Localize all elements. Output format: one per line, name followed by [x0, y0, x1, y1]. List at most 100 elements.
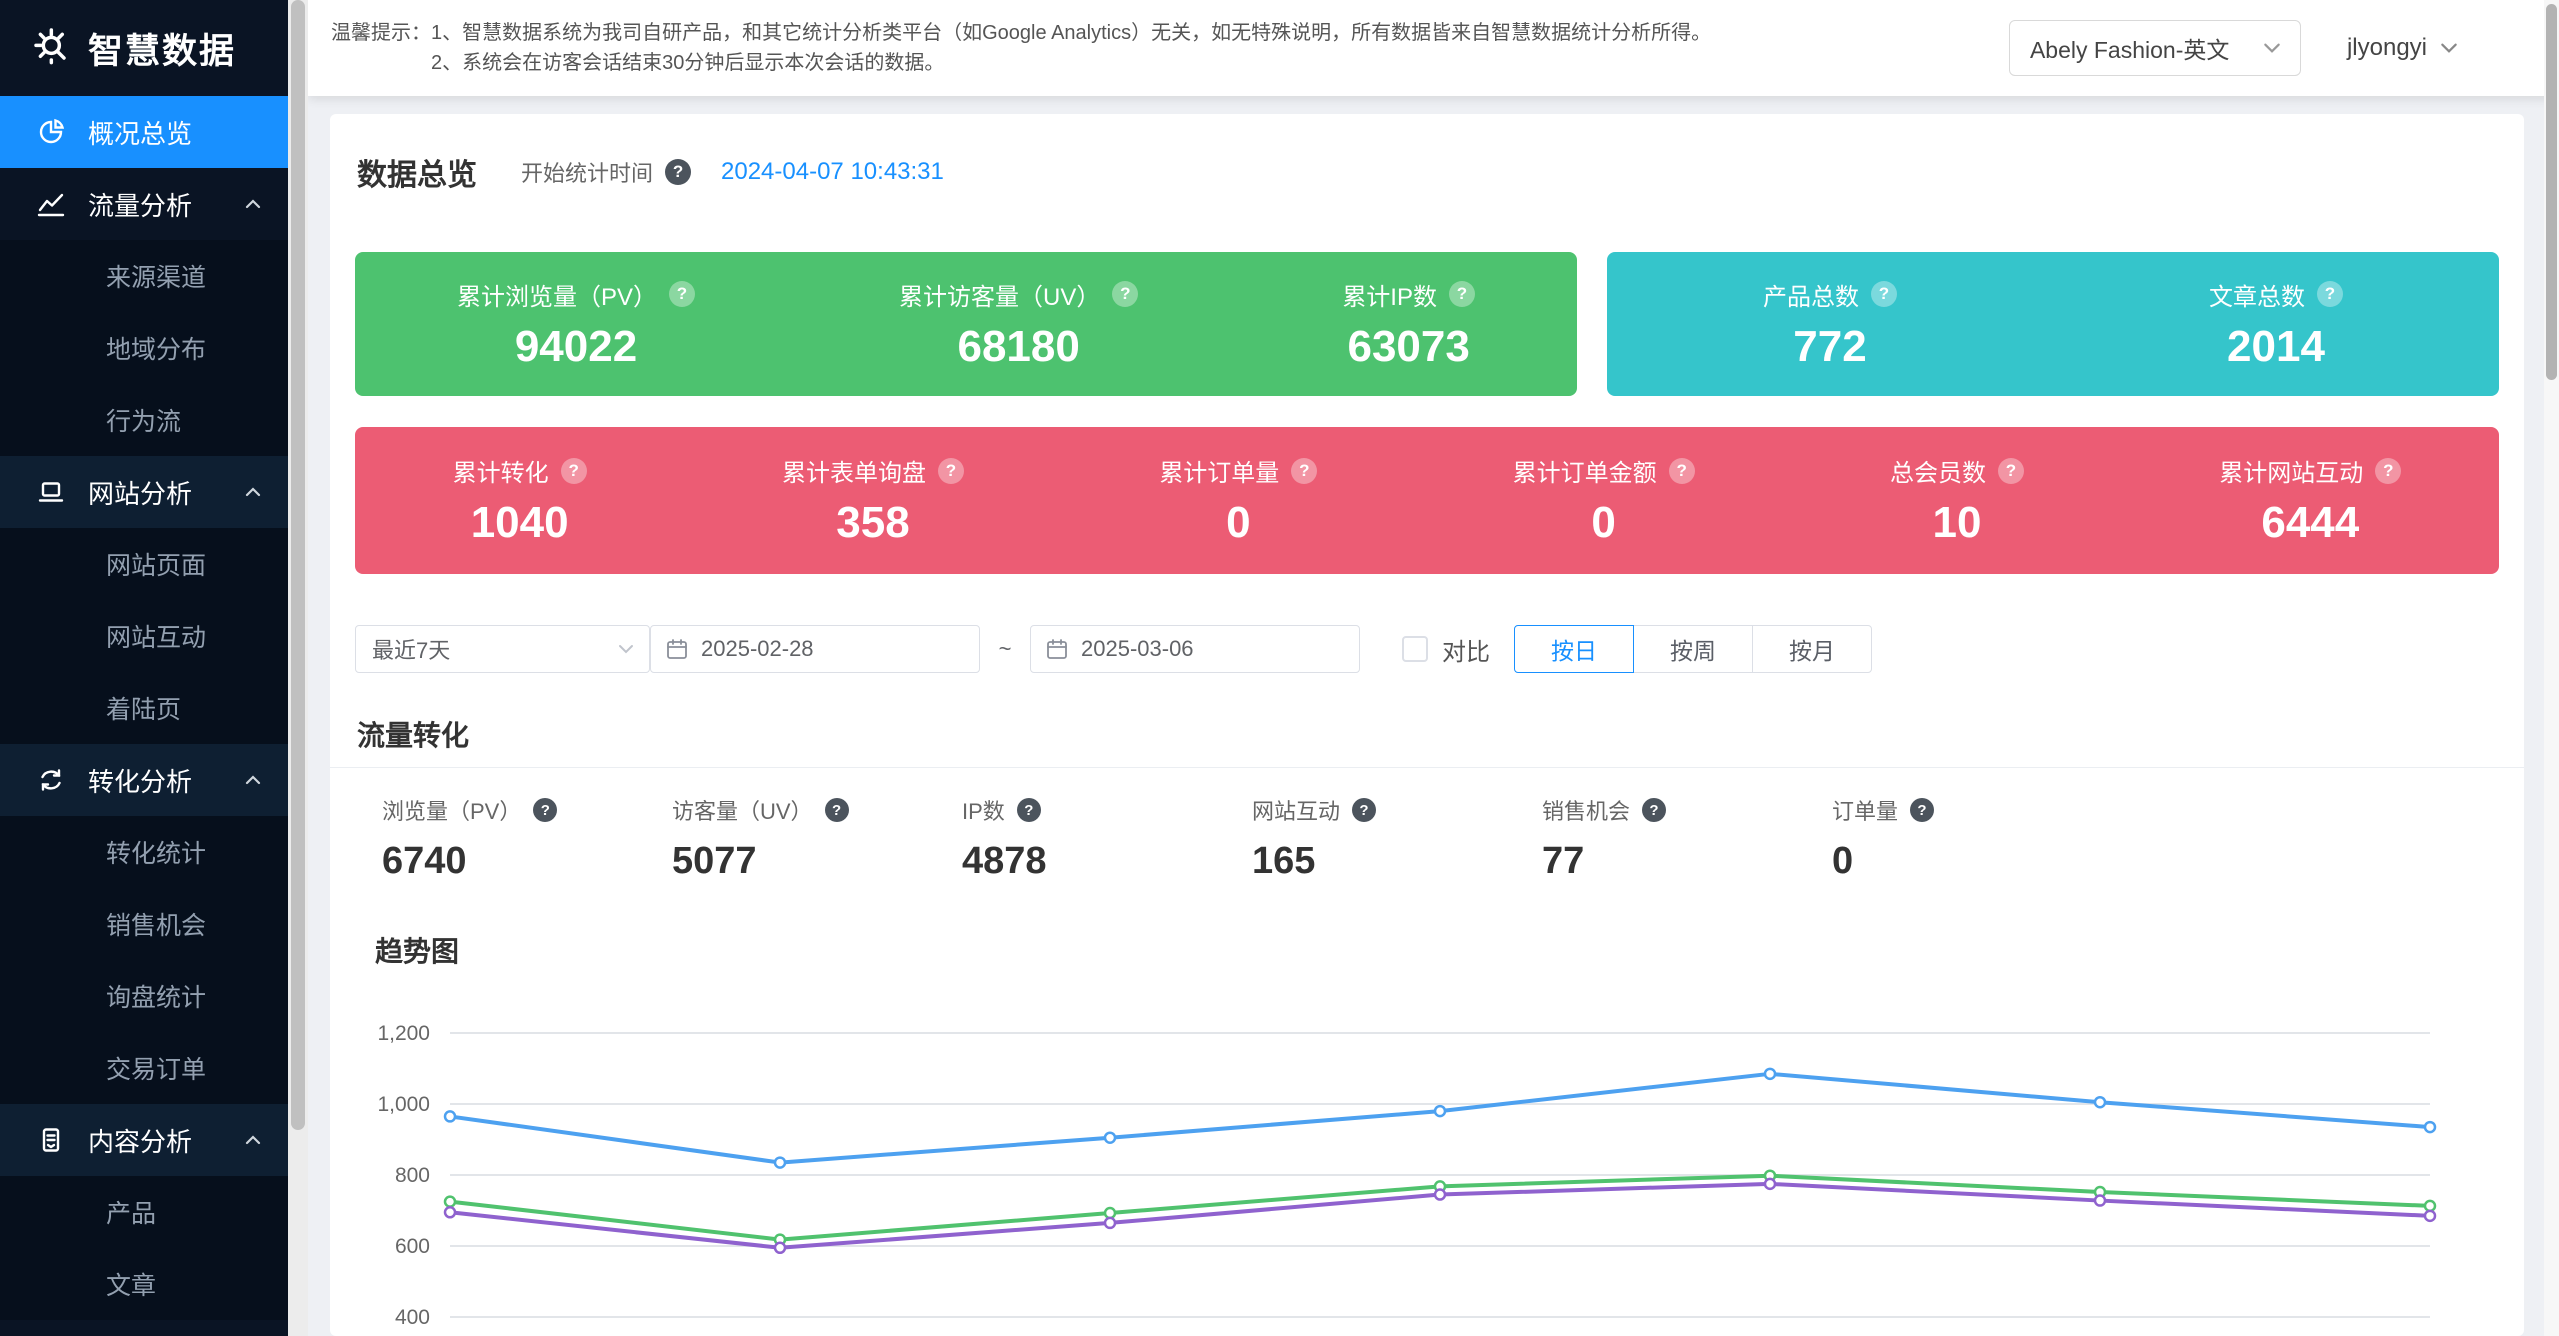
- stat-value: 68180: [957, 322, 1079, 372]
- sidebar-item-landing-page[interactable]: 着陆页: [0, 672, 288, 744]
- sidebar-item-label: 询盘统计: [106, 978, 206, 1014]
- help-icon[interactable]: ?: [938, 458, 964, 484]
- stat-label: 累计浏览量（PV）: [457, 277, 657, 312]
- sidebar-item-label: 着陆页: [106, 690, 181, 726]
- stat-total-products: 产品总数? 772: [1763, 277, 1897, 372]
- conv-stat-pv: 浏览量（PV）? 6740: [382, 794, 672, 883]
- stat-total-uv: 累计访客量（UV）? 68180: [899, 277, 1138, 372]
- sidebar-item-label: 来源渠道: [106, 258, 206, 294]
- stat-total-pv: 累计浏览量（PV）? 94022: [457, 277, 695, 372]
- sidebar-item-overview[interactable]: 概况总览: [0, 96, 288, 168]
- sidebar-item-trade-orders[interactable]: 交易订单: [0, 1032, 288, 1104]
- svg-text:400: 400: [395, 1306, 430, 1329]
- date-range-value: 最近7天: [372, 633, 450, 665]
- chevron-up-icon: [244, 486, 262, 498]
- stat-total-conversions: 累计转化? 1040: [453, 453, 587, 548]
- stat-label: 累计访客量（UV）: [899, 277, 1100, 312]
- app-title: 智慧数据: [88, 23, 236, 74]
- sidebar-item-label: 网站页面: [106, 546, 206, 582]
- sidebar-item-website-pages[interactable]: 网站页面: [0, 528, 288, 600]
- help-icon[interactable]: ?: [2317, 281, 2343, 307]
- site-selector[interactable]: Abely Fashion-英文: [2009, 20, 2301, 76]
- stat-label: 总会员数: [1890, 453, 1986, 488]
- sidebar-item-source-channel[interactable]: 来源渠道: [0, 240, 288, 312]
- sidebar-item-conversion-stats[interactable]: 转化统计: [0, 816, 288, 888]
- sidebar-item-label: 交易订单: [106, 1050, 206, 1086]
- content-totals-card: 产品总数? 772 文章总数? 2014: [1607, 252, 2499, 396]
- sidebar-item-content-analysis[interactable]: 内容分析: [0, 1104, 288, 1176]
- page-title: 数据总览: [357, 150, 477, 194]
- help-icon[interactable]: ?: [1669, 458, 1695, 484]
- sidebar-item-label: 行为流: [106, 402, 181, 438]
- help-icon[interactable]: ?: [1998, 458, 2024, 484]
- sidebar-item-website-analysis[interactable]: 网站分析: [0, 456, 288, 528]
- stat-total-ip: 累计IP数? 63073: [1342, 277, 1475, 372]
- conv-stat-ip: IP数? 4878: [962, 794, 1252, 883]
- help-icon[interactable]: ?: [533, 798, 557, 822]
- document-icon: [36, 1125, 66, 1155]
- conv-stat-orders: 订单量? 0: [1832, 794, 2122, 883]
- help-icon[interactable]: ?: [1112, 281, 1138, 307]
- sidebar-item-inquiry-stats[interactable]: 询盘统计: [0, 960, 288, 1032]
- help-icon[interactable]: ?: [825, 798, 849, 822]
- help-icon[interactable]: ?: [665, 159, 691, 185]
- line-chart-icon: [36, 189, 66, 219]
- chevron-up-icon: [244, 198, 262, 210]
- by-day-button[interactable]: 按日: [1514, 625, 1634, 673]
- main-scrollbar-thumb[interactable]: [2546, 4, 2557, 380]
- help-icon[interactable]: ?: [1910, 798, 1934, 822]
- start-date-input[interactable]: 2025-02-28: [650, 625, 980, 673]
- stat-total-orders: 累计订单量? 0: [1159, 453, 1317, 548]
- stat-value: 63073: [1347, 322, 1469, 372]
- date-range-select[interactable]: 最近7天: [355, 625, 650, 673]
- stat-label: 累计网站互动: [2219, 453, 2363, 488]
- end-date-input[interactable]: 2025-03-06: [1030, 625, 1360, 673]
- help-icon[interactable]: ?: [1642, 798, 1666, 822]
- end-date-value: 2025-03-06: [1081, 636, 1194, 662]
- by-month-button[interactable]: 按月: [1752, 625, 1872, 673]
- svg-text:800: 800: [395, 1164, 430, 1187]
- stat-value: 165: [1252, 840, 1542, 883]
- main-content: 温馨提示： 1、智慧数据系统为我司自研产品，和其它统计分析类平台（如Google…: [308, 0, 2559, 1336]
- user-menu[interactable]: jlyongyi: [2347, 34, 2459, 62]
- by-week-button[interactable]: 按周: [1633, 625, 1753, 673]
- main-scrollbar[interactable]: [2544, 0, 2559, 1336]
- sidebar-item-label: 产品: [106, 1194, 156, 1230]
- help-icon[interactable]: ?: [669, 281, 695, 307]
- conv-stat-interaction: 网站互动? 165: [1252, 794, 1542, 883]
- help-icon[interactable]: ?: [1871, 281, 1897, 307]
- sidebar-item-traffic-analysis[interactable]: 流量分析: [0, 168, 288, 240]
- sidebar-item-label: 文章: [106, 1266, 156, 1302]
- sidebar-item-sales-opportunity[interactable]: 销售机会: [0, 888, 288, 960]
- sidebar-item-region-distribution[interactable]: 地域分布: [0, 312, 288, 384]
- sidebar-item-website-interaction[interactable]: 网站互动: [0, 600, 288, 672]
- conv-stat-sales-opportunity: 销售机会? 77: [1542, 794, 1832, 883]
- compare-checkbox[interactable]: [1402, 636, 1428, 662]
- help-icon[interactable]: ?: [2375, 458, 2401, 484]
- svg-text:600: 600: [395, 1235, 430, 1258]
- svg-text:1,200: 1,200: [377, 1022, 430, 1045]
- sidebar-scrollbar-thumb[interactable]: [291, 0, 305, 1130]
- sidebar-item-label: 流量分析: [88, 186, 192, 223]
- sidebar-scrollbar[interactable]: [288, 0, 308, 1336]
- stat-label: 累计订单量: [1159, 453, 1279, 488]
- help-icon[interactable]: ?: [1352, 798, 1376, 822]
- sidebar-item-label: 网站互动: [106, 618, 206, 654]
- notice-bar: 温馨提示： 1、智慧数据系统为我司自研产品，和其它统计分析类平台（如Google…: [308, 0, 2559, 96]
- stat-label: 累计表单询盘: [782, 453, 926, 488]
- sidebar-item-articles[interactable]: 文章: [0, 1248, 288, 1320]
- sidebar-item-conversion-analysis[interactable]: 转化分析: [0, 744, 288, 816]
- stat-value: 0: [1832, 840, 2122, 883]
- sidebar-item-products[interactable]: 产品: [0, 1176, 288, 1248]
- help-icon[interactable]: ?: [1291, 458, 1317, 484]
- help-icon[interactable]: ?: [1449, 281, 1475, 307]
- sidebar-item-label: 转化统计: [106, 834, 206, 870]
- help-icon[interactable]: ?: [1017, 798, 1041, 822]
- magnifier-logo-icon: [34, 28, 74, 68]
- stat-total-site-interactions: 累计网站互动? 6444: [2219, 453, 2401, 548]
- start-time-label: 开始统计时间: [521, 156, 653, 188]
- chevron-up-icon: [244, 774, 262, 786]
- chevron-down-icon: [617, 643, 635, 655]
- help-icon[interactable]: ?: [561, 458, 587, 484]
- sidebar-item-behavior-flow[interactable]: 行为流: [0, 384, 288, 456]
